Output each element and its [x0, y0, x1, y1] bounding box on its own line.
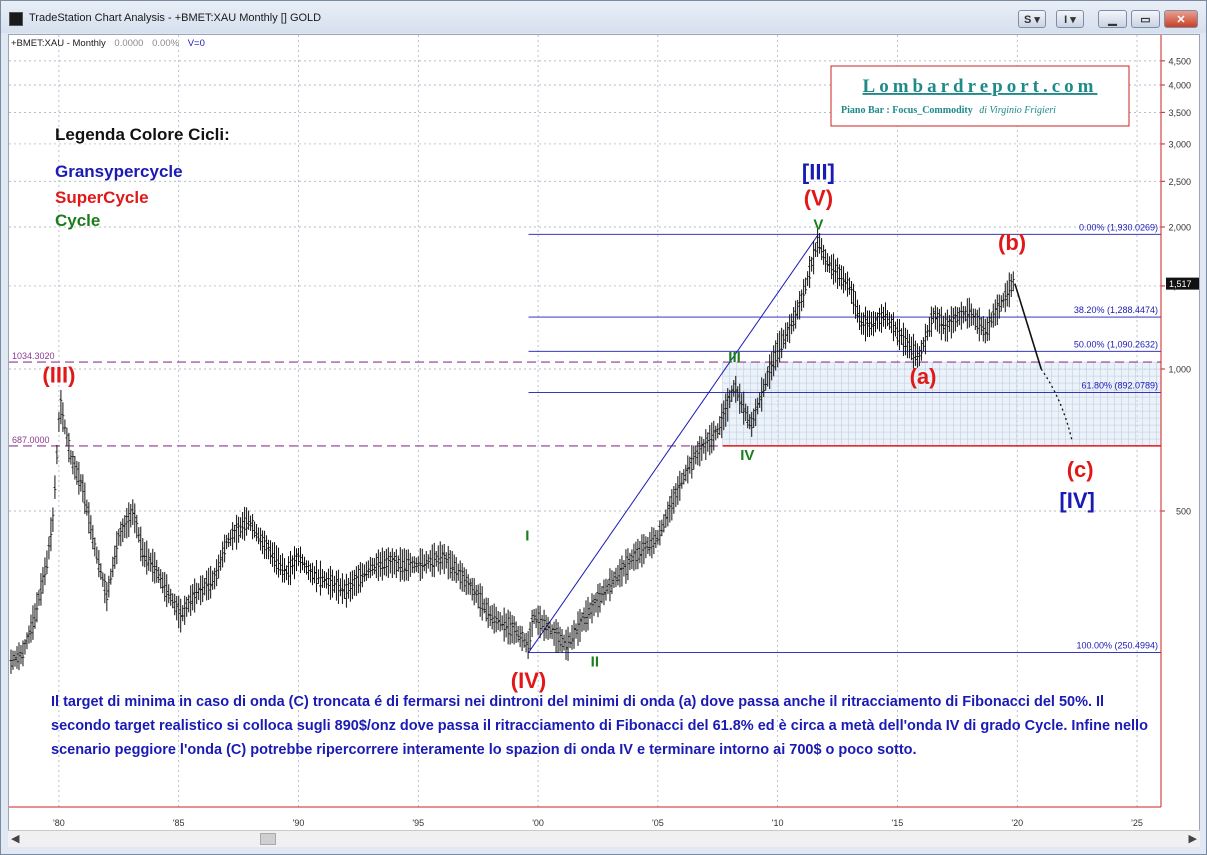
app-window: TradeStation Chart Analysis - +BMET:XAU …	[0, 0, 1207, 855]
fib-label: 0.00% (1,930.0269)	[1079, 222, 1158, 232]
chart-value: 0.0000	[114, 38, 143, 49]
wave-label: (V)	[804, 185, 833, 210]
chart-change: 0.00%	[152, 38, 179, 49]
wave-label: II	[591, 654, 599, 671]
y-tick-label: 2,000	[1168, 223, 1191, 233]
svg-text:+BMET:XAU - Monthly 0.: +BMET:XAU - Monthly 0.0000 0.00% V=0	[11, 38, 205, 49]
brand-box: Lombardreport.com Piano Bar : Focus_Comm…	[830, 65, 1130, 127]
wave-label: V	[813, 216, 823, 233]
window-title: TradeStation Chart Analysis - +BMET:XAU …	[29, 12, 322, 24]
y-tick-label: 4,000	[1168, 81, 1191, 91]
y-tick-label: 2,500	[1168, 177, 1191, 187]
x-tick-label: '10	[772, 818, 784, 828]
title-bar: TradeStation Chart Analysis - +BMET:XAU …	[1, 1, 1206, 33]
price-bars	[9, 229, 1015, 674]
brand-subtitle: Piano Bar : Focus_Commodity	[841, 105, 973, 116]
wave-label: (III)	[42, 362, 75, 387]
maximize-icon: ▭	[1140, 14, 1151, 26]
legend-item-gransypercycle: Gransypercycle	[55, 162, 183, 181]
y-tick-label: 3,000	[1168, 139, 1191, 149]
level-label: 1034.3020	[12, 351, 55, 361]
scroll-thumb[interactable]	[260, 833, 276, 845]
wave-label: (c)	[1067, 457, 1094, 482]
y-tick-label: 500	[1176, 507, 1191, 517]
x-tick-label: '85	[173, 818, 185, 828]
last-price-label: 1,517	[1169, 279, 1192, 289]
projection-solid	[1014, 283, 1042, 370]
i-menu-label: I	[1064, 14, 1068, 26]
fib-label: 61.80% (892.0789)	[1081, 380, 1158, 390]
legend-item-supercycle: SuperCycle	[55, 188, 149, 207]
level-label: 687.0000	[12, 435, 50, 445]
scroll-right-icon[interactable]: ▶	[1189, 832, 1197, 845]
app-icon	[9, 12, 23, 26]
brand-name: Lombardreport.com	[863, 76, 1098, 97]
time-axis: '80 '85 '90 '95 '00 '05 '10 '15 '20 '25	[9, 806, 1161, 828]
x-tick-label: '90	[293, 818, 305, 828]
gold-chart[interactable]: 1034.3020 687.0000 0.00% (1,930.0269) 38.2…	[9, 35, 1199, 836]
x-tick-label: '95	[412, 818, 424, 828]
fib-label: 38.20% (1,288.4474)	[1074, 305, 1158, 315]
x-tick-label: '80	[53, 818, 65, 828]
s-menu-label: S	[1024, 14, 1032, 26]
y-tick-label: 3,500	[1168, 108, 1191, 118]
s-menu-button[interactable]: S ▾	[1018, 10, 1046, 28]
wave-label: [IV]	[1059, 488, 1094, 513]
chart-area[interactable]: 1034.3020 687.0000 0.00% (1,930.0269) 38.2…	[8, 34, 1200, 837]
i-menu-button[interactable]: I ▾	[1056, 10, 1084, 28]
fib-label: 100.00% (250.4994)	[1076, 641, 1158, 651]
analysis-commentary: Il target di minima in caso di onda (C) …	[51, 694, 1148, 758]
scroll-left-icon[interactable]: ◀	[11, 832, 19, 845]
x-tick-label: '25	[1131, 818, 1143, 828]
horizontal-scrollbar[interactable]: ◀ ▶	[8, 830, 1200, 847]
price-axis: 5001,0001,5002,0002,5003,0003,5004,0004,…	[1160, 35, 1199, 807]
wave-label: IV	[740, 447, 754, 464]
wave-label: III	[728, 349, 741, 366]
minimize-icon: ▁	[1108, 14, 1117, 26]
wave-label: (a)	[910, 364, 937, 389]
wave-label: [III]	[802, 159, 835, 184]
close-button[interactable]: ✕	[1164, 10, 1198, 28]
legend-item-cycle: Cycle	[55, 211, 100, 230]
wave-label: (b)	[998, 230, 1026, 255]
close-icon: ✕	[1176, 14, 1186, 26]
minimize-button[interactable]: ▁	[1098, 10, 1127, 28]
fib-label: 50.00% (1,090.2632)	[1074, 339, 1158, 349]
y-tick-label: 1,000	[1168, 365, 1191, 375]
x-tick-label: '00	[532, 818, 544, 828]
wave-label: I	[525, 528, 529, 545]
chart-volume: V=0	[188, 38, 205, 49]
brand-author: di Virginio Frigieri	[979, 105, 1056, 116]
x-tick-label: '20	[1011, 818, 1023, 828]
y-tick-label: 4,500	[1168, 56, 1191, 66]
svg-text:Piano Bar : Focus_Commodity: Piano Bar : Focus_Commodity di Virginio …	[841, 105, 1056, 116]
chart-symbol: +BMET:XAU - Monthly	[11, 38, 106, 49]
legend-title: Legenda Colore Cicli:	[55, 125, 230, 144]
x-tick-label: '15	[892, 818, 904, 828]
maximize-button[interactable]: ▭	[1131, 10, 1160, 28]
x-tick-label: '05	[652, 818, 664, 828]
